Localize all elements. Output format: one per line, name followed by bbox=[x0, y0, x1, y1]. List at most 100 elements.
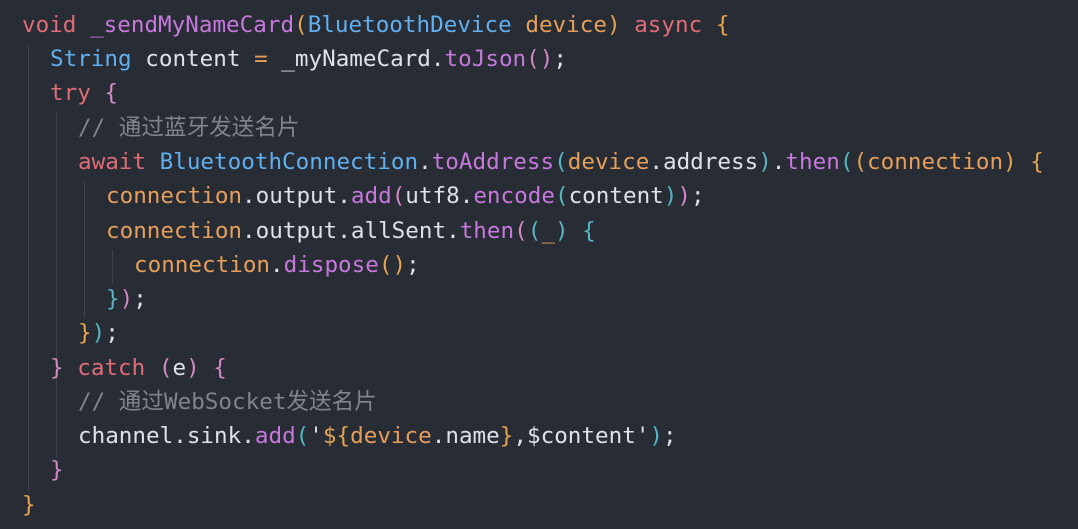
code-token: } bbox=[50, 355, 64, 381]
code-token: ) bbox=[758, 149, 772, 175]
code-token: ) bbox=[677, 183, 691, 209]
code-token: content bbox=[145, 46, 241, 72]
indent-guide bbox=[112, 250, 113, 284]
code-token: try bbox=[50, 80, 91, 106]
code-token: ; bbox=[105, 320, 119, 346]
code-token: _ bbox=[541, 218, 555, 244]
code-token: _sendMyNameCard bbox=[90, 12, 295, 38]
code-line[interactable]: channel.sink.add('${device.name},$conten… bbox=[78, 419, 677, 453]
code-token: toAddress bbox=[431, 149, 555, 175]
code-token: ( bbox=[514, 218, 528, 244]
code-token: connection bbox=[134, 252, 271, 278]
code-token: BluetoothConnection bbox=[159, 149, 419, 175]
code-token: // 通过蓝牙发送名片 bbox=[78, 115, 300, 141]
code-token: then bbox=[785, 149, 840, 175]
code-token: . bbox=[418, 149, 432, 175]
code-token: . bbox=[430, 46, 445, 72]
code-line[interactable]: String content = _myNameCard.toJson(); bbox=[50, 42, 567, 76]
code-token: sink bbox=[186, 423, 242, 449]
code-line[interactable]: } bbox=[50, 453, 64, 487]
code-line[interactable]: connection.output.allSent.then((_) { bbox=[106, 214, 596, 248]
indent-guide bbox=[56, 388, 57, 456]
code-line[interactable]: // 通过WebSocket发送名片 bbox=[78, 385, 377, 419]
code-token: ( bbox=[527, 218, 542, 244]
code-token: ) bbox=[606, 12, 621, 38]
code-line[interactable]: } catch (e) { bbox=[50, 351, 227, 385]
code-line[interactable]: }); bbox=[106, 282, 147, 316]
code-token: void bbox=[22, 12, 77, 38]
code-token: { bbox=[1030, 149, 1044, 175]
code-token: String bbox=[50, 46, 132, 72]
code-token: device bbox=[525, 12, 607, 38]
code-line[interactable]: }); bbox=[78, 316, 119, 350]
code-editor[interactable]: void _sendMyNameCard(BluetoothDevice dev… bbox=[0, 8, 1078, 523]
code-token: $content bbox=[526, 423, 636, 449]
code-token: then bbox=[459, 218, 515, 244]
code-token: { bbox=[582, 218, 596, 244]
code-token: ${ bbox=[322, 423, 351, 449]
code-token: device bbox=[567, 149, 650, 175]
code-token: ) bbox=[663, 183, 678, 209]
code-token: . bbox=[270, 252, 284, 278]
code-line[interactable]: // 通过蓝牙发送名片 bbox=[78, 111, 300, 145]
code-token: { bbox=[104, 80, 119, 106]
code-token: add bbox=[254, 423, 296, 449]
code-token: . bbox=[337, 218, 351, 244]
code-token: name bbox=[445, 423, 500, 449]
code-token: . bbox=[649, 149, 663, 175]
code-token: connection bbox=[867, 149, 1004, 175]
code-token: ( bbox=[294, 12, 308, 38]
code-token: output bbox=[255, 183, 338, 209]
code-token: . bbox=[242, 183, 256, 209]
code-token: device bbox=[350, 423, 432, 449]
code-token: connection bbox=[106, 218, 243, 244]
code-token: utf8 bbox=[405, 183, 460, 209]
code-line[interactable]: void _sendMyNameCard(BluetoothDevice dev… bbox=[22, 8, 729, 42]
code-token: () bbox=[378, 252, 407, 278]
code-token: ' bbox=[309, 423, 323, 449]
code-token: . bbox=[241, 423, 255, 449]
code-token: ( bbox=[554, 149, 568, 175]
code-token: dispose bbox=[283, 252, 379, 278]
code-token: } bbox=[50, 457, 64, 483]
code-token: encode bbox=[473, 183, 555, 209]
code-token: BluetoothDevice bbox=[307, 12, 512, 38]
code-token: . bbox=[242, 218, 256, 244]
code-line[interactable]: connection.output.add(utf8.encode(conten… bbox=[106, 179, 705, 213]
code-token: } bbox=[22, 492, 36, 518]
code-token: channel bbox=[78, 423, 174, 449]
code-token: ' bbox=[635, 423, 650, 449]
code-token: ( bbox=[391, 183, 406, 209]
code-token: . bbox=[771, 149, 786, 175]
code-line[interactable]: try { bbox=[50, 76, 118, 110]
code-line[interactable]: } bbox=[22, 488, 36, 522]
code-token: toJson bbox=[444, 46, 527, 72]
code-token: ( bbox=[554, 183, 569, 209]
code-token: ; bbox=[133, 286, 147, 312]
code-token: // 通过WebSocket发送名片 bbox=[78, 389, 377, 415]
code-token: allSent bbox=[350, 218, 447, 244]
code-token: ) bbox=[119, 286, 134, 312]
code-line[interactable]: connection.dispose(); bbox=[134, 248, 420, 282]
code-token: await bbox=[78, 149, 147, 175]
code-line[interactable]: await BluetoothConnection.toAddress(devi… bbox=[78, 145, 1044, 179]
code-token: } bbox=[106, 286, 120, 312]
code-token: () bbox=[526, 46, 554, 72]
code-token: catch bbox=[77, 355, 146, 381]
code-token: ( bbox=[839, 149, 854, 175]
indent-guide bbox=[28, 45, 29, 491]
code-token: } bbox=[499, 423, 514, 449]
code-token: _myNameCard bbox=[281, 46, 431, 72]
code-token: address bbox=[662, 149, 759, 175]
code-token: { bbox=[213, 355, 227, 381]
indent-guide bbox=[84, 182, 85, 318]
code-token: ) bbox=[649, 423, 664, 449]
code-token: . bbox=[446, 218, 460, 244]
